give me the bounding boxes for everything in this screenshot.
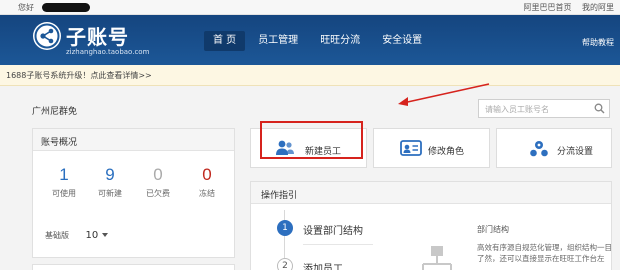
upgrade-notice-link[interactable]: 1688子账号系统升级！点此查看详情>>: [6, 70, 152, 81]
stat-creatable[interactable]: 9 可新建: [90, 165, 130, 199]
search-icon[interactable]: [594, 103, 605, 117]
stat-frozen[interactable]: 0 冻结: [187, 165, 227, 199]
nav-wangwang-distribution[interactable]: 旺旺分流: [311, 31, 369, 51]
header: 子账号 zizhanghao.taobao.com 首 页 员工管理 旺旺分流 …: [0, 15, 620, 65]
search-placeholder: 请输入员工账号名: [485, 105, 549, 114]
help-tutorial-link[interactable]: 帮助教程: [582, 37, 614, 48]
step-1-link[interactable]: 设置部门结构: [303, 222, 363, 237]
dept-structure-title: 部门结构: [477, 225, 509, 234]
logo-icon[interactable]: [33, 22, 61, 50]
alibaba-home-link[interactable]: 阿里巴巴首页: [523, 3, 571, 12]
my-alibaba-link[interactable]: 我的阿里: [582, 3, 614, 12]
operation-guide-panel: 操作指引 1 设置部门结构 2 添加员工 部门结构 高效有序源自规范化管理，组织…: [250, 181, 612, 270]
nav-security-settings[interactable]: 安全设置: [373, 31, 431, 51]
distribution-icon: [529, 139, 549, 162]
stat-frozen-value: 0: [202, 165, 212, 184]
upgrade-notice: 1688子账号系统升级！点此查看详情>>: [0, 65, 620, 86]
company-name: 广州尼群免: [32, 107, 78, 117]
edit-role-label: 修改角色: [428, 147, 465, 157]
logo-subtitle: zizhanghao.taobao.com: [66, 48, 150, 56]
stat-frozen-label: 冻结: [199, 189, 215, 198]
chevron-down-icon: [102, 233, 109, 237]
distribution-settings-label: 分流设置: [557, 147, 594, 157]
stat-creatable-value: 9: [105, 165, 115, 184]
version-row: 基础版 10: [45, 230, 109, 241]
stat-usable-value: 1: [59, 165, 69, 184]
distribution-settings-button[interactable]: 分流设置: [496, 128, 612, 168]
version-value: 10: [85, 230, 99, 241]
operation-guide-title: 操作指引: [251, 182, 611, 204]
logo-title[interactable]: 子账号: [66, 21, 129, 50]
step-2-badge: 2: [277, 258, 293, 270]
stat-overdue-value: 0: [153, 165, 163, 184]
highlight-box-annotation: [260, 121, 363, 159]
main-nav: 首 页 员工管理 旺旺分流 安全设置: [204, 31, 435, 51]
greeting-text: 您好: [18, 3, 34, 12]
stat-overdue[interactable]: 0 已欠费: [138, 165, 178, 199]
stat-usable-label: 可使用: [52, 189, 76, 198]
account-overview-card: 账号概况 1 可使用 9 可新建 0 已欠费 0 冻结 基础版 10: [32, 128, 235, 258]
red-arrow-annotation: [398, 83, 490, 106]
version-label: 基础版: [45, 231, 69, 240]
org-structure-icon: [422, 246, 452, 270]
stat-usable[interactable]: 1 可使用: [44, 165, 84, 199]
top-links: 阿里巴巴首页 我的阿里: [515, 2, 614, 13]
step-2-link[interactable]: 添加员工: [303, 260, 343, 270]
stat-overdue-label: 已欠费: [146, 189, 170, 198]
dept-structure-description: 高效有序源自规范化管理，组织结构一目了然，还可以直接显示在旺旺工作台左: [477, 243, 612, 263]
step-1-badge: 1: [277, 220, 293, 236]
stat-creatable-label: 可新建: [98, 189, 122, 198]
nav-home[interactable]: 首 页: [204, 31, 246, 51]
redacted-username: [42, 3, 90, 12]
id-card-icon: [400, 139, 422, 160]
top-bar: 您好 阿里巴巴首页 我的阿里: [0, 0, 620, 15]
staff-search-input[interactable]: 请输入员工账号名: [478, 99, 610, 118]
secondary-card: [32, 264, 235, 270]
edit-role-button[interactable]: 修改角色: [373, 128, 490, 168]
step-divider: [303, 244, 373, 245]
nav-staff-management[interactable]: 员工管理: [249, 31, 307, 51]
version-value-dropdown[interactable]: 10: [86, 230, 109, 241]
account-overview-title: 账号概况: [33, 129, 234, 151]
